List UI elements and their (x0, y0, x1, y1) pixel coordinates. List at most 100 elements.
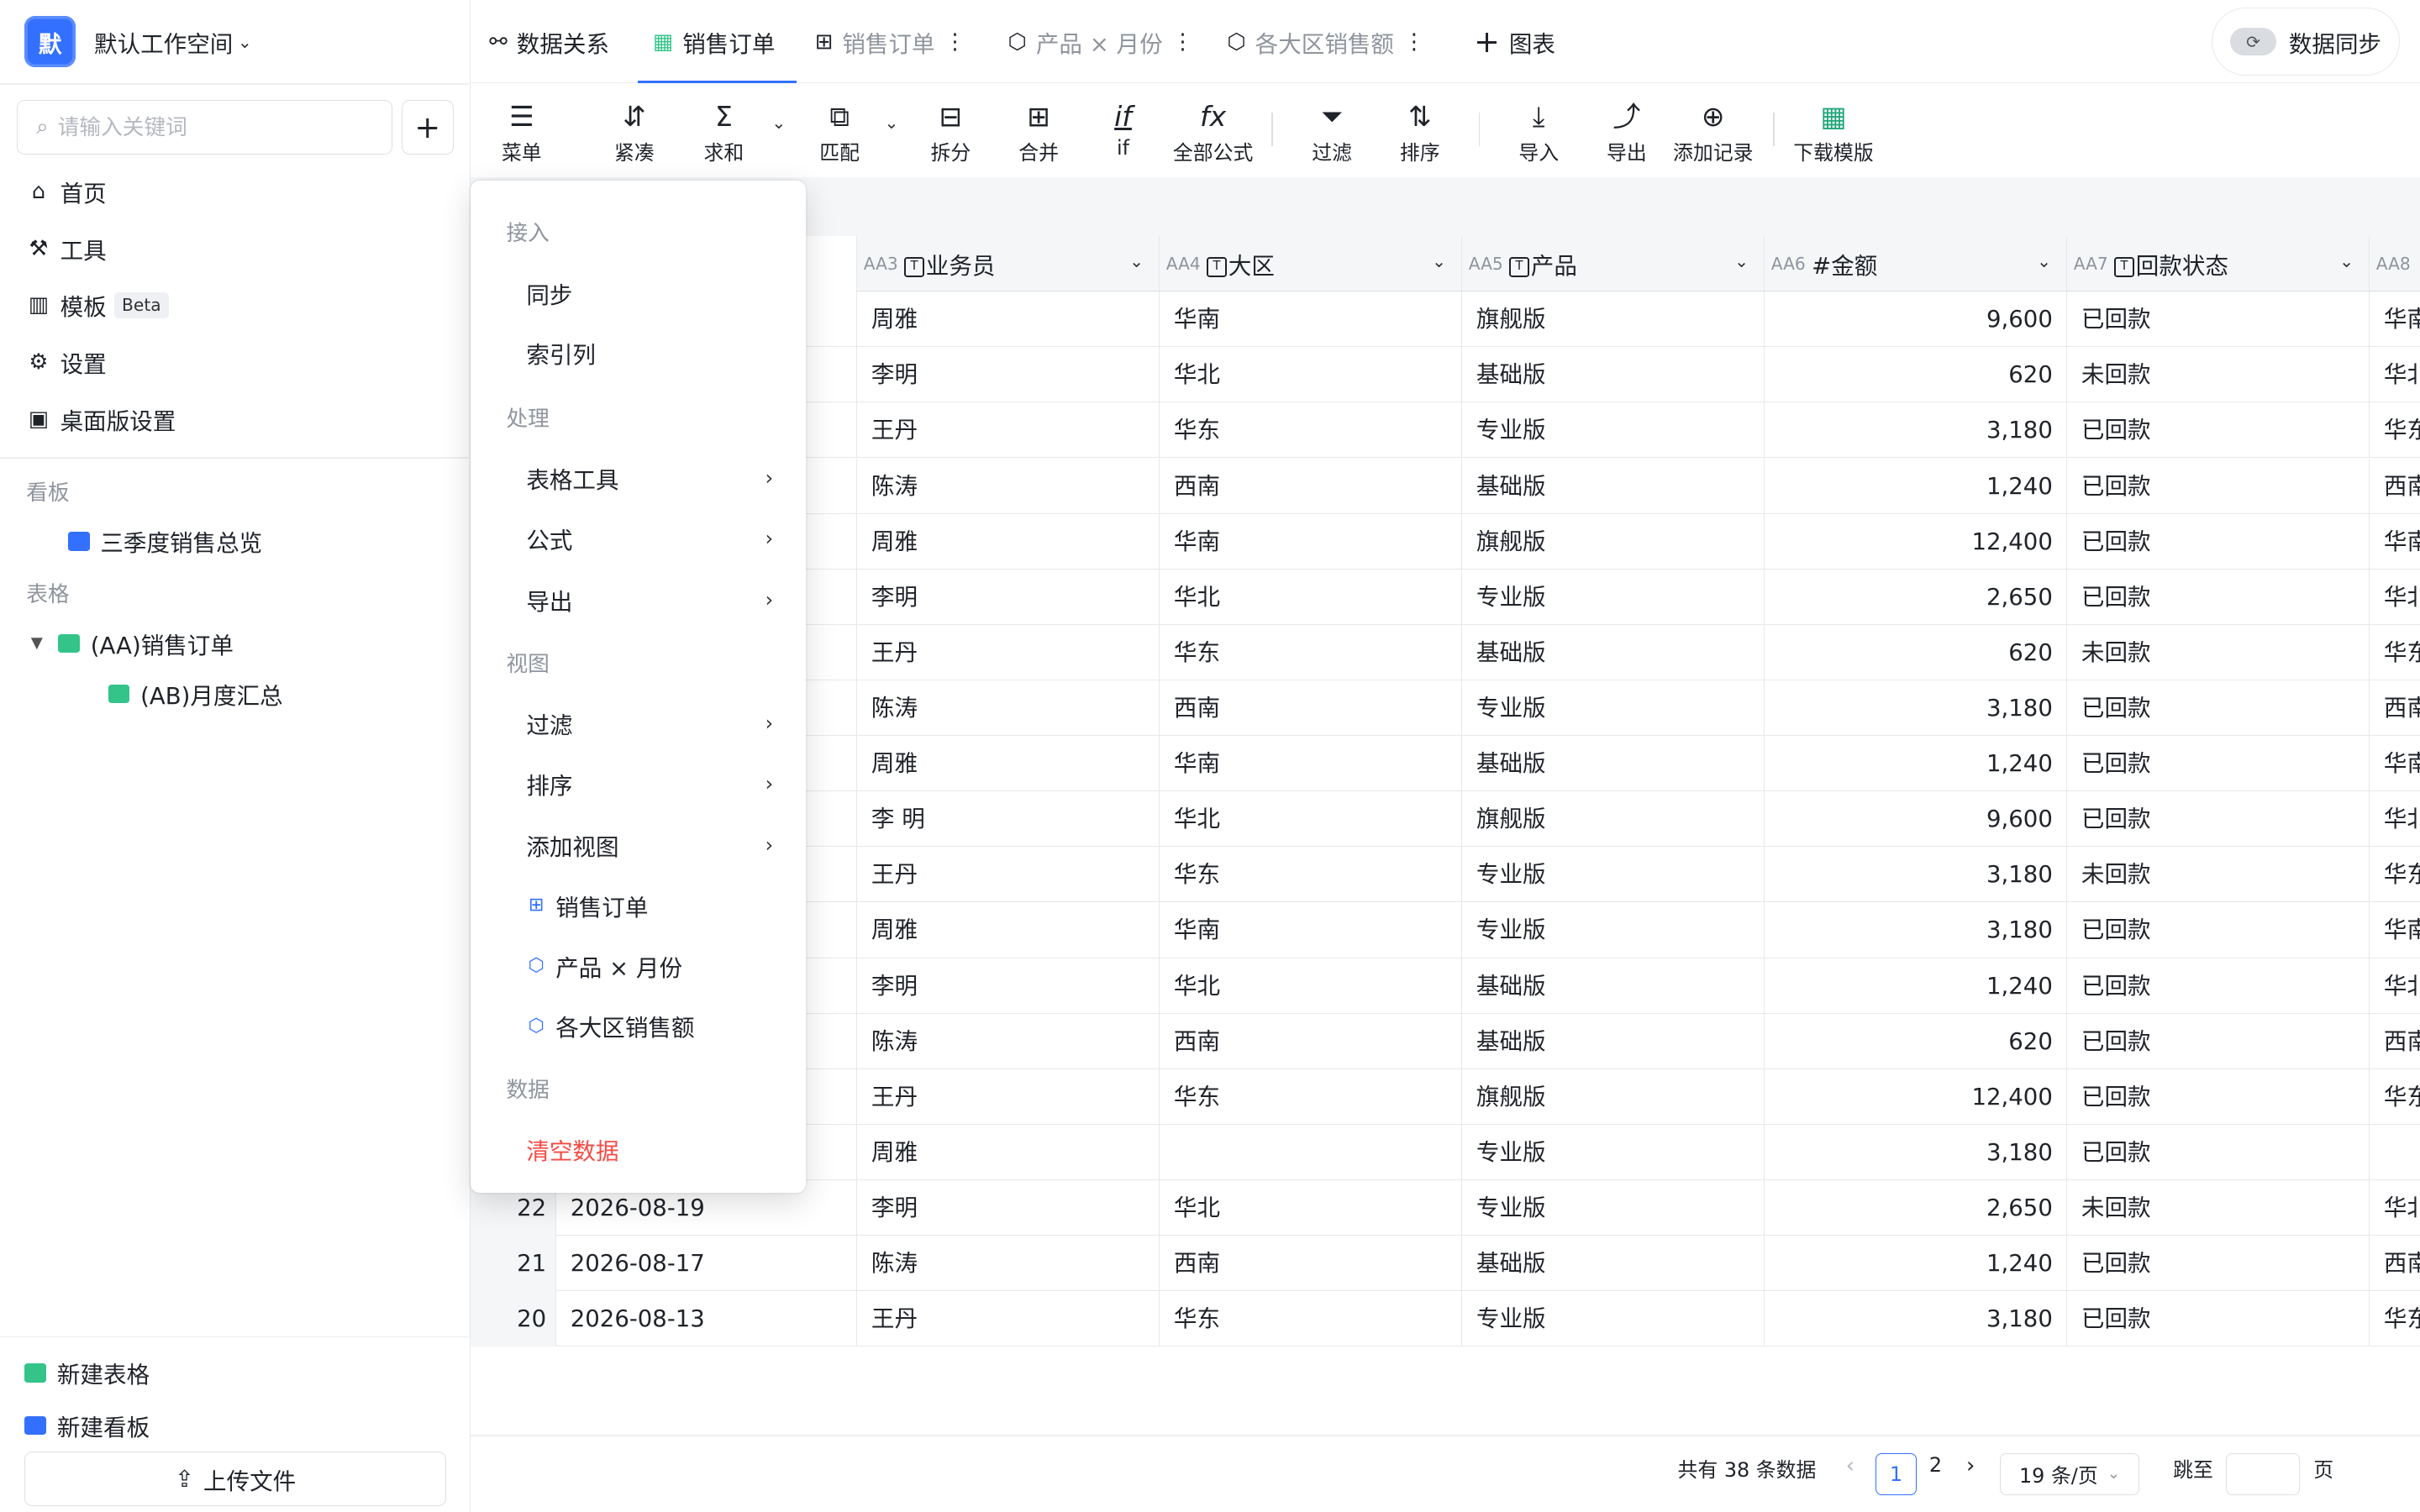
amount-cell[interactable]: 3,180 (1764, 402, 2066, 459)
product-cell[interactable]: 专业版 (1461, 569, 1764, 625)
split-button[interactable]: ⊟ 拆分 (931, 97, 971, 165)
amount-cell[interactable]: 620 (1764, 624, 2066, 680)
date-cell[interactable]: 2026-08-17 (555, 1236, 856, 1292)
amount-cell[interactable]: 1,240 (1764, 958, 2066, 1014)
next-column-cell[interactable]: 西南 (2369, 1236, 2420, 1292)
region-cell[interactable]: 华东 (1159, 1068, 1461, 1125)
status-cell[interactable]: 已回款 (2066, 958, 2369, 1014)
status-cell[interactable]: 已回款 (2066, 402, 2369, 459)
product-cell[interactable]: 专业版 (1461, 1180, 1764, 1236)
rep-cell[interactable]: 周雅 (856, 291, 1159, 348)
region-cell[interactable]: 西南 (1159, 458, 1461, 514)
tree-item-table[interactable]: ▼ (AA)销售订单 (31, 627, 234, 660)
next-column-cell[interactable]: 华南 (2369, 513, 2420, 570)
status-cell[interactable]: 已回款 (2066, 458, 2369, 514)
rep-cell[interactable]: 周雅 (856, 902, 1159, 958)
next-column-cell[interactable]: 华北 (2369, 1180, 2420, 1236)
upload-button[interactable]: ⇪ 上传文件 (24, 1452, 446, 1506)
product-cell[interactable]: 旗舰版 (1461, 291, 1764, 348)
caret-down-icon[interactable]: ▼ (31, 634, 43, 652)
amount-cell[interactable]: 1,240 (1764, 1236, 2066, 1292)
tab-region-sales[interactable]: ⬡ 各大区销售额 ⋮ (1227, 0, 1424, 83)
search-box[interactable]: ⌕ (17, 100, 392, 155)
menu-item-export[interactable]: 导出 › (526, 583, 773, 617)
next-page-icon[interactable]: › (1966, 1453, 1975, 1478)
status-cell[interactable]: 已回款 (2066, 569, 2369, 625)
chevron-down-icon[interactable]: ⌄ (2339, 251, 2354, 271)
next-column-cell[interactable]: 华东 (2369, 1291, 2420, 1347)
amount-cell[interactable]: 12,400 (1764, 513, 2066, 570)
region-cell[interactable]: 华北 (1159, 791, 1461, 848)
filter-button[interactable]: ⏷ 过滤 (1312, 97, 1352, 165)
menu-item-view-orders[interactable]: ⊞ 销售订单 (526, 889, 773, 922)
nav-templates[interactable]: ▥ 模板 Beta (24, 288, 169, 322)
amount-cell[interactable]: 3,180 (1764, 847, 2066, 903)
menu-item-table-tools[interactable]: 表格工具 › (526, 461, 773, 495)
product-cell[interactable]: 旗舰版 (1461, 1068, 1764, 1125)
column-header-status[interactable]: AA7 T 回款状态 ⌄ (2066, 236, 2370, 292)
rep-cell[interactable]: 王丹 (856, 1068, 1159, 1125)
rep-cell[interactable]: 李明 (856, 1180, 1159, 1236)
nav-home[interactable]: ⌂ 首页 (24, 175, 107, 208)
product-cell[interactable]: 基础版 (1461, 624, 1764, 680)
add-record-button[interactable]: ⊕ 添加记录 (1673, 97, 1753, 165)
export-button[interactable]: ⤴ 导出 (1607, 97, 1647, 165)
new-table-button[interactable]: 新建表格 (24, 1356, 150, 1389)
status-cell[interactable]: 已回款 (2066, 791, 2369, 848)
next-column-cell[interactable]: 华北 (2369, 958, 2420, 1014)
amount-cell[interactable]: 620 (1764, 1013, 2066, 1069)
region-cell[interactable]: 华东 (1159, 1291, 1461, 1347)
column-header-rep[interactable]: AA3 T 业务员 ⌄ (856, 236, 1160, 292)
next-column-cell[interactable]: 华东 (2369, 402, 2420, 459)
region-cell[interactable]: 西南 (1159, 1236, 1461, 1292)
status-cell[interactable]: 已回款 (2066, 736, 2369, 792)
rep-cell[interactable]: 李明 (856, 569, 1159, 625)
next-column-cell[interactable]: 华东 (2369, 624, 2420, 680)
rep-cell[interactable]: 陈涛 (856, 1013, 1159, 1069)
tree-item-dashboard[interactable]: 三季度销售总览 (67, 524, 262, 558)
rep-cell[interactable]: 陈涛 (856, 458, 1159, 514)
chevron-down-icon[interactable]: ⌄ (1129, 251, 1144, 271)
download-template-button[interactable]: ▦ 下载模版 (1793, 97, 1873, 165)
table-row[interactable]: 212026-08-17陈涛西南基础版1,240已回款西南 (471, 1236, 2420, 1292)
status-cell[interactable]: 已回款 (2066, 1013, 2369, 1069)
add-chart-tab[interactable]: + 图表 (1474, 0, 1555, 83)
rep-cell[interactable]: 李明 (856, 347, 1159, 403)
tab-sales-orders-active[interactable]: ▦ 销售订单 (637, 0, 797, 84)
next-column-cell[interactable]: 西南 (2369, 458, 2420, 514)
table-row[interactable]: 202026-08-13王丹华东专业版3,180已回款华东 (471, 1291, 2420, 1347)
menu-item-formula[interactable]: 公式 › (526, 522, 773, 555)
column-header-region[interactable]: AA4 T 大区 ⌄ (1159, 236, 1462, 292)
rep-cell[interactable]: 王丹 (856, 847, 1159, 903)
next-column-cell[interactable]: 华南 (2369, 291, 2420, 348)
region-cell[interactable]: 西南 (1159, 680, 1461, 737)
status-cell[interactable]: 已回款 (2066, 902, 2369, 958)
rep-cell[interactable]: 王丹 (856, 402, 1159, 459)
status-cell[interactable]: 已回款 (2066, 1068, 2369, 1125)
next-column-cell[interactable]: 华南 (2369, 736, 2420, 792)
status-cell[interactable]: 已回款 (2066, 1124, 2369, 1181)
rep-cell[interactable]: 陈涛 (856, 1236, 1159, 1292)
region-cell[interactable]: 华北 (1159, 569, 1461, 625)
menu-item-clear-data[interactable]: 清空数据 (526, 1132, 773, 1166)
status-cell[interactable]: 已回款 (2066, 1291, 2369, 1347)
product-cell[interactable]: 专业版 (1461, 402, 1764, 459)
nav-tools[interactable]: ⚒ 工具 (24, 232, 106, 265)
menu-item-view-product-month[interactable]: ⬡ 产品 × 月份 (526, 949, 773, 983)
amount-cell[interactable]: 12,400 (1764, 1068, 2066, 1125)
next-column-cell[interactable]: 华北 (2369, 347, 2420, 403)
tab-data-relation[interactable]: ⚯ 数据关系 (489, 0, 609, 83)
column-header-product[interactable]: AA5 T 产品 ⌄ (1461, 236, 1765, 292)
menu-button[interactable]: ☰ 菜单 (501, 97, 542, 181)
amount-cell[interactable]: 620 (1764, 347, 2066, 403)
more-vertical-icon[interactable]: ⋮ (944, 29, 966, 55)
status-cell[interactable]: 未回款 (2066, 1180, 2369, 1236)
amount-cell[interactable]: 2,650 (1764, 1180, 2066, 1236)
status-cell[interactable]: 未回款 (2066, 624, 2369, 680)
add-button[interactable]: + (401, 100, 454, 155)
new-dashboard-button[interactable]: 新建看板 (24, 1409, 150, 1442)
nav-desktop-settings[interactable]: ▣ 桌面版设置 (24, 402, 176, 436)
region-cell[interactable]: 华东 (1159, 402, 1461, 459)
product-cell[interactable]: 专业版 (1461, 847, 1764, 903)
product-cell[interactable]: 旗舰版 (1461, 791, 1764, 848)
